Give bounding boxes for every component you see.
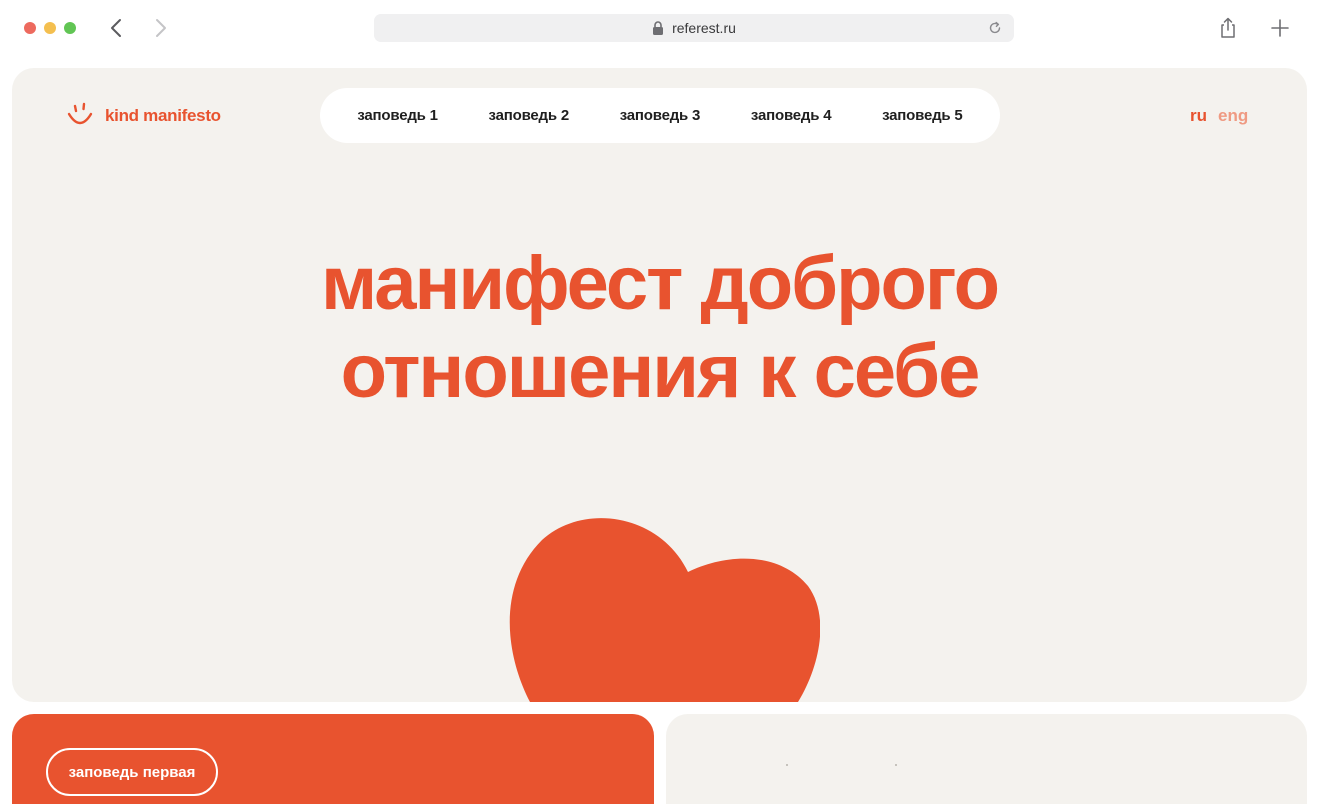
back-icon[interactable] (106, 16, 128, 40)
hero-title-line-2: отношения к себе (340, 329, 981, 414)
language-switcher: ru eng (1190, 106, 1248, 126)
lock-icon (653, 21, 664, 35)
address-bar[interactable]: referest.ru (374, 14, 1014, 42)
nav-item-commandment-1[interactable]: заповедь 1 (357, 107, 438, 124)
heart-illustration (509, 518, 820, 702)
decor-dot (895, 764, 897, 766)
smiley-icon (67, 102, 93, 125)
commandments-nav: заповедь 1 заповедь 2 заповедь 3 заповед… (320, 88, 1000, 143)
hero-section: kind manifesto заповедь 1 заповедь 2 зап… (12, 68, 1307, 702)
hero-title: манифест доброго отношения к себе (12, 240, 1307, 416)
lang-eng-link[interactable]: eng (1218, 106, 1248, 126)
lang-ru-link[interactable]: ru (1190, 106, 1207, 126)
nav-item-commandment-2[interactable]: заповедь 2 (489, 107, 570, 124)
forward-icon[interactable] (149, 16, 171, 40)
nav-item-commandment-3[interactable]: заповедь 3 (620, 107, 701, 124)
commandment-card: заповедь первая (12, 714, 654, 804)
minimize-window-button[interactable] (44, 22, 56, 34)
url-text: referest.ru (672, 20, 736, 36)
decor-dot (786, 764, 788, 766)
close-window-button[interactable] (24, 22, 36, 34)
secondary-card (666, 714, 1307, 804)
reload-icon[interactable] (988, 21, 1002, 35)
share-icon[interactable] (1219, 17, 1237, 39)
plus-icon[interactable] (1270, 18, 1290, 38)
nav-item-commandment-4[interactable]: заповедь 4 (751, 107, 832, 124)
logo-text: kind manifesto (105, 106, 221, 125)
nav-item-commandment-5[interactable]: заповедь 5 (882, 107, 963, 124)
commandment-first-button[interactable]: заповедь первая (46, 748, 218, 796)
browser-toolbar: referest.ru (0, 0, 1320, 56)
hero-title-line-1: манифест доброго (320, 241, 1000, 326)
zoom-window-button[interactable] (64, 22, 76, 34)
site-logo[interactable]: kind manifesto (65, 102, 221, 130)
